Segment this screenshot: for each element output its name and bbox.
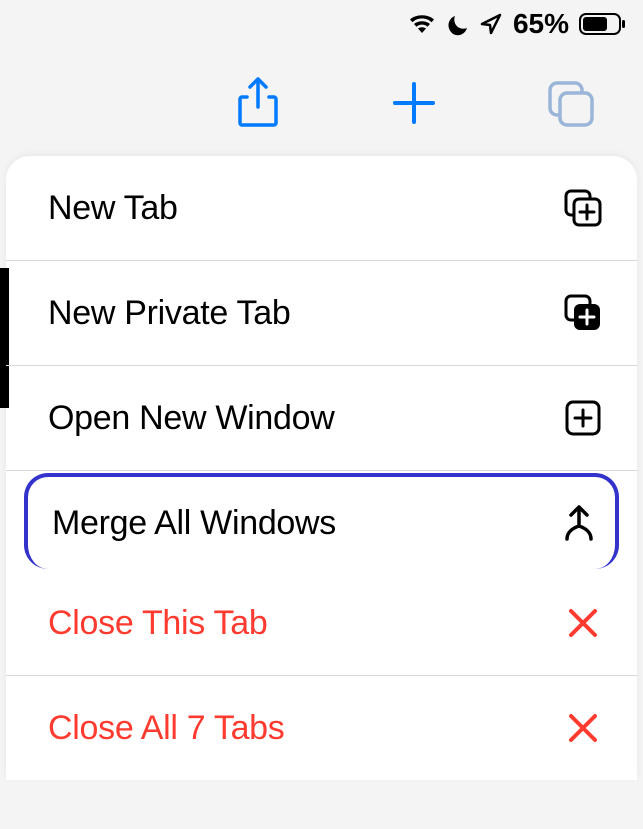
merge-icon xyxy=(559,503,599,543)
menu-label: Open New Window xyxy=(48,399,335,438)
battery-icon xyxy=(579,13,625,35)
menu-item-merge-all-windows[interactable]: Merge All Windows xyxy=(24,473,619,569)
menu-item-close-all-tabs[interactable]: Close All 7 Tabs xyxy=(6,676,637,780)
wifi-icon xyxy=(407,13,437,35)
new-private-tab-icon xyxy=(563,293,603,333)
context-menu: New Tab New Private Tab Open New Window xyxy=(6,156,637,780)
menu-label: New Tab xyxy=(48,189,178,228)
battery-percent: 65% xyxy=(513,8,569,40)
new-window-icon xyxy=(563,398,603,438)
status-bar: 65% xyxy=(0,0,643,44)
menu-label: Close All 7 Tabs xyxy=(48,709,285,748)
share-icon xyxy=(237,77,279,129)
new-tab-icon xyxy=(563,188,603,228)
close-icon xyxy=(563,603,603,643)
tabs-button[interactable] xyxy=(541,74,599,132)
toolbar xyxy=(0,44,643,156)
menu-item-new-private-tab[interactable]: New Private Tab xyxy=(6,261,637,366)
close-icon xyxy=(563,708,603,748)
menu-label: Merge All Windows xyxy=(52,504,336,543)
moon-icon xyxy=(445,11,471,37)
menu-item-open-new-window[interactable]: Open New Window xyxy=(6,366,637,471)
location-icon xyxy=(479,12,503,36)
menu-item-close-this-tab[interactable]: Close This Tab xyxy=(6,571,637,676)
menu-label: Close This Tab xyxy=(48,604,267,643)
menu-label: New Private Tab xyxy=(48,294,290,333)
menu-item-new-tab[interactable]: New Tab xyxy=(6,156,637,261)
tabs-icon xyxy=(546,79,594,127)
share-button[interactable] xyxy=(229,74,287,132)
plus-icon xyxy=(391,80,437,126)
new-tab-button[interactable] xyxy=(385,74,443,132)
